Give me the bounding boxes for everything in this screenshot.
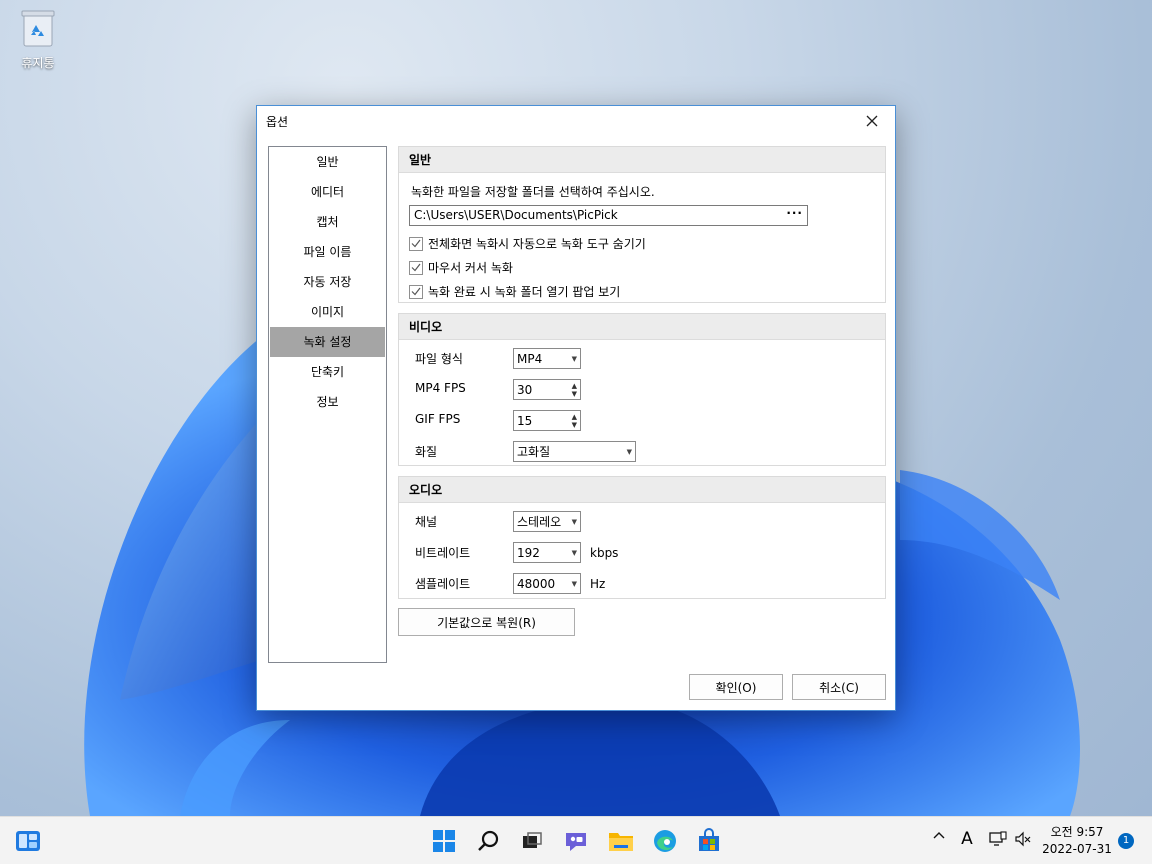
folder-description: 녹화한 파일을 저장할 폴더를 선택하여 주십시오.: [411, 185, 655, 199]
record-cursor-checkbox[interactable]: 마우서 커서 녹화: [409, 259, 513, 276]
checkmark-icon: [409, 284, 423, 299]
chevron-down-icon: ▼: [571, 579, 577, 588]
gif-fps-label: GIF FPS: [415, 412, 461, 426]
file-format-value: MP4: [517, 351, 543, 366]
spin-arrows-icon[interactable]: ▲ ▼: [572, 413, 577, 429]
cancel-button[interactable]: 취소(C): [792, 674, 886, 700]
general-section: 일반 녹화한 파일을 저장할 폴더를 선택하여 주십시오. C:\Users\U…: [398, 146, 886, 303]
hide-tool-label: 전체화면 녹화시 자동으로 녹화 도구 숨기기: [428, 237, 646, 251]
bitrate-label: 비트레이트: [415, 546, 471, 560]
store-icon[interactable]: [693, 825, 725, 857]
reset-defaults-button[interactable]: 기본값으로 복원(R): [398, 608, 575, 636]
chevron-down-icon: ▼: [571, 354, 577, 363]
video-section: 비디오 파일 형식 MP4 ▼ MP4 FPS 30 ▲ ▼ GIF FPS 15…: [398, 313, 886, 466]
taskbar: A 오전 9:57 2022-07-31 1: [0, 816, 1152, 864]
nav-item-capture[interactable]: 캡처: [269, 207, 386, 237]
bitrate-unit: kbps: [590, 546, 619, 560]
nav-item-editor[interactable]: 에디터: [269, 177, 386, 207]
channel-select[interactable]: 스테레오 ▼: [513, 511, 581, 532]
spin-arrows-icon[interactable]: ▲ ▼: [572, 382, 577, 398]
recycle-bin-label: 휴지통: [21, 56, 55, 70]
bitrate-select[interactable]: 192 ▼: [513, 542, 581, 563]
samplerate-value: 48000: [517, 576, 556, 591]
audio-section: 오디오 채널 스테레오 ▼ 비트레이트 192 ▼ kbps 샘플레이트 480…: [398, 476, 886, 599]
recycle-bin-icon: [20, 8, 56, 48]
close-icon: [866, 115, 878, 127]
clock[interactable]: 오전 9:57 2022-07-31: [1040, 824, 1114, 858]
quality-label: 화질: [415, 445, 438, 459]
file-format-label: 파일 형식: [415, 352, 463, 366]
channel-value: 스테레오: [517, 515, 562, 529]
search-icon[interactable]: [473, 825, 505, 857]
chevron-down-icon: ▼: [571, 517, 577, 526]
general-heading: 일반: [399, 147, 885, 173]
edge-icon[interactable]: [649, 825, 681, 857]
task-view-icon[interactable]: [516, 825, 548, 857]
nav-item-recording[interactable]: 녹화 설정: [270, 327, 385, 357]
file-explorer-icon[interactable]: [605, 825, 637, 857]
quality-value: 고화질: [517, 445, 551, 459]
start-icon[interactable]: [428, 825, 460, 857]
chevron-down-icon: ▼: [626, 447, 632, 456]
widgets-icon[interactable]: [12, 825, 44, 857]
checkmark-icon: [409, 260, 423, 275]
hide-tool-checkbox[interactable]: 전체화면 녹화시 자동으로 녹화 도구 숨기기: [409, 235, 646, 252]
save-folder-field[interactable]: C:\Users\USER\Documents\PicPick ···: [409, 205, 808, 226]
open-folder-popup-checkbox[interactable]: 녹화 완료 시 녹화 폴더 열기 팝업 보기: [409, 283, 620, 300]
clock-date: 2022-07-31: [1042, 842, 1112, 856]
mp4-fps-value: 30: [517, 382, 533, 397]
ok-button[interactable]: 확인(O): [689, 674, 783, 700]
volume-muted-icon[interactable]: [1013, 831, 1033, 847]
network-icon[interactable]: [988, 831, 1008, 847]
open-folder-popup-label: 녹화 완료 시 녹화 폴더 열기 팝업 보기: [428, 285, 621, 299]
video-heading: 비디오: [399, 314, 885, 340]
channel-label: 채널: [415, 515, 438, 529]
nav-item-image[interactable]: 이미지: [269, 297, 386, 327]
nav-item-shortcuts[interactable]: 단축키: [269, 357, 386, 387]
checkmark-icon: [409, 236, 423, 251]
quality-select[interactable]: 고화질 ▼: [513, 441, 636, 462]
samplerate-label: 샘플레이트: [415, 577, 471, 591]
input-method-indicator[interactable]: A: [957, 829, 977, 849]
dialog-title: 옵션: [266, 114, 289, 129]
bitrate-value: 192: [517, 545, 540, 560]
nav-item-general[interactable]: 일반: [269, 147, 386, 177]
mp4-fps-label: MP4 FPS: [415, 381, 466, 395]
close-button[interactable]: [857, 108, 887, 134]
chevron-down-icon: ▼: [571, 548, 577, 557]
clock-time: 오전 9:57: [1050, 825, 1104, 839]
nav-item-autosave[interactable]: 자동 저장: [269, 267, 386, 297]
mp4-fps-spinner[interactable]: 30 ▲ ▼: [513, 379, 581, 400]
show-hidden-icons-icon[interactable]: [931, 831, 947, 839]
gif-fps-value: 15: [517, 413, 533, 428]
save-folder-path: C:\Users\USER\Documents\PicPick: [414, 208, 618, 222]
options-nav: 일반 에디터 캡처 파일 이름 자동 저장 이미지 녹화 설정 단축키 정보: [268, 146, 387, 663]
file-format-select[interactable]: MP4 ▼: [513, 348, 581, 369]
notification-badge[interactable]: 1: [1118, 833, 1134, 849]
samplerate-select[interactable]: 48000 ▼: [513, 573, 581, 594]
recycle-bin-shortcut[interactable]: 휴지통: [10, 8, 66, 71]
chat-icon[interactable]: [560, 825, 592, 857]
gif-fps-spinner[interactable]: 15 ▲ ▼: [513, 410, 581, 431]
options-dialog: 옵션 일반 에디터 캡처 파일 이름 자동 저장 이미지 녹화 설정 단축키 정…: [256, 105, 896, 711]
record-cursor-label: 마우서 커서 녹화: [428, 261, 513, 275]
nav-item-about[interactable]: 정보: [269, 387, 386, 417]
nav-item-filename[interactable]: 파일 이름: [269, 237, 386, 267]
audio-heading: 오디오: [399, 477, 885, 503]
browse-button[interactable]: ···: [786, 206, 803, 220]
dialog-titlebar[interactable]: 옵션: [257, 106, 895, 136]
samplerate-unit: Hz: [590, 577, 606, 591]
